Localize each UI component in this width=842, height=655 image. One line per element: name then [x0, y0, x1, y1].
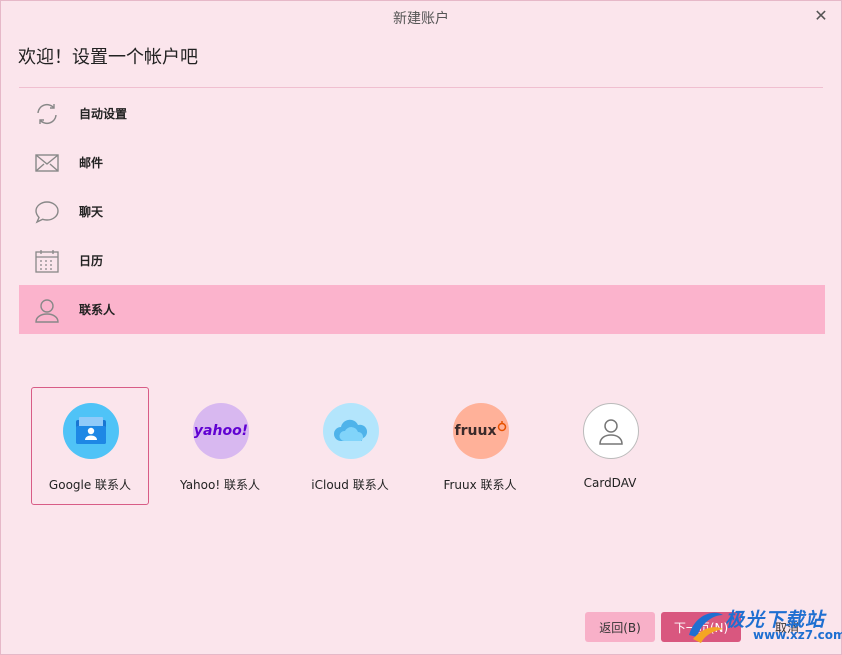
- provider-yahoo-contacts[interactable]: yahoo! Yahoo! 联系人: [161, 387, 279, 505]
- provider-google-contacts[interactable]: Google 联系人: [31, 387, 149, 505]
- provider-label: CardDAV: [583, 476, 637, 490]
- close-icon: ✕: [814, 6, 828, 25]
- provider-carddav[interactable]: CardDAV: [551, 387, 669, 505]
- category-label: 联系人: [79, 303, 116, 317]
- category-list: 自动设置 邮件 聊天 日历 联系人: [19, 89, 825, 334]
- provider-icloud-contacts[interactable]: iCloud 联系人: [291, 387, 409, 505]
- page-title: 欢迎！设置一个帐户吧: [18, 47, 198, 68]
- category-item-mail[interactable]: 邮件: [19, 138, 825, 187]
- next-button[interactable]: 下一页(N): [661, 612, 741, 642]
- new-account-dialog: 新建账户 ✕ 欢迎！设置一个帐户吧 自动设置 邮件 聊天 日历 联系人 Goog…: [0, 0, 842, 655]
- category-item-calendar[interactable]: 日历: [19, 236, 825, 285]
- provider-label: Google 联系人: [48, 478, 132, 492]
- back-button[interactable]: 返回(B): [585, 612, 655, 642]
- carddav-person-icon: [583, 403, 639, 459]
- person-icon: [34, 297, 60, 323]
- cancel-button[interactable]: 取消: [747, 612, 827, 642]
- provider-label: iCloud 联系人: [311, 478, 389, 492]
- envelope-icon: [34, 150, 60, 176]
- chat-bubble-icon: [34, 199, 60, 225]
- fruux-icon: fruux: [453, 403, 509, 459]
- category-item-auto-setup[interactable]: 自动设置: [19, 89, 825, 138]
- icloud-icon: [323, 403, 379, 459]
- google-contacts-icon: [63, 403, 119, 459]
- window-title: 新建账户: [393, 11, 449, 27]
- calendar-icon: [34, 248, 60, 274]
- yahoo-icon: yahoo!: [193, 403, 249, 459]
- divider: [19, 87, 823, 88]
- category-item-chat[interactable]: 聊天: [19, 187, 825, 236]
- category-label: 邮件: [79, 156, 104, 170]
- category-label: 日历: [79, 254, 104, 268]
- category-label: 聊天: [79, 205, 104, 219]
- provider-label: Fruux 联系人: [443, 478, 517, 492]
- yahoo-logo-text: yahoo!: [193, 423, 249, 439]
- provider-fruux-contacts[interactable]: fruux Fruux 联系人: [421, 387, 539, 505]
- sync-icon: [34, 101, 60, 127]
- provider-label: Yahoo! 联系人: [180, 478, 260, 492]
- close-button[interactable]: ✕: [811, 6, 831, 26]
- fruux-logo-text: fruux: [454, 423, 497, 439]
- title-bar: 新建账户 ✕: [1, 1, 841, 33]
- category-label: 自动设置: [79, 107, 128, 121]
- category-item-contacts[interactable]: 联系人: [19, 285, 825, 334]
